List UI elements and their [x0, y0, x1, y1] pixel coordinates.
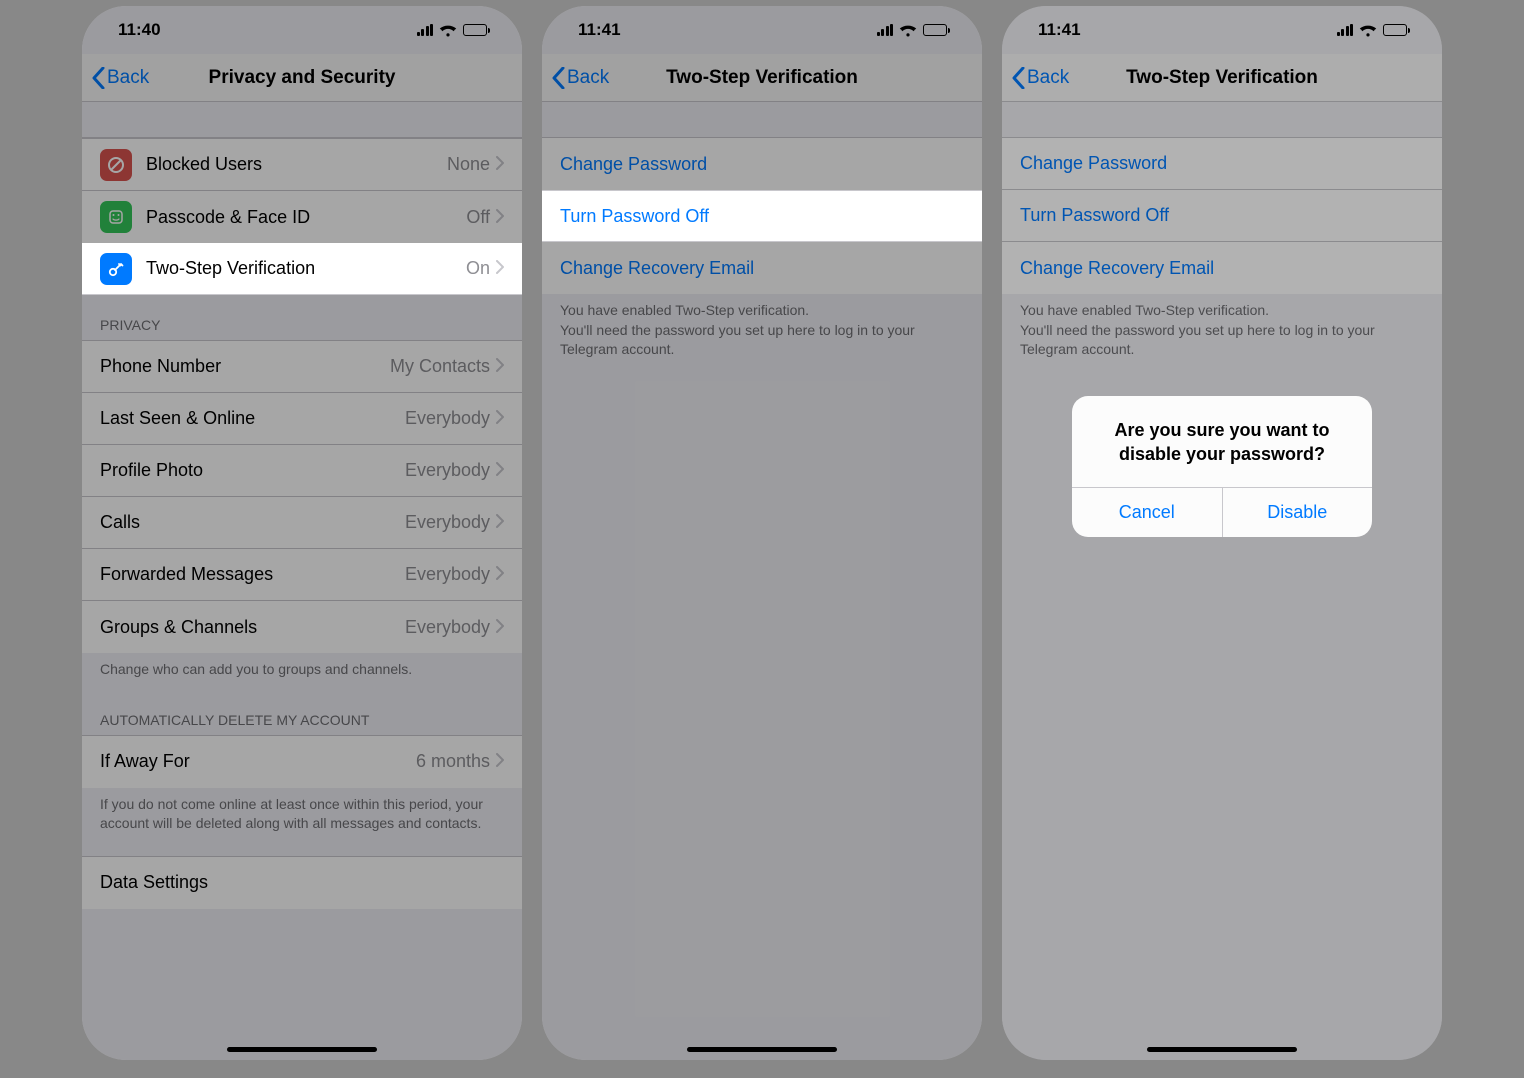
row-two-step-verification[interactable]: Two-Step Verification On	[82, 243, 522, 295]
home-indicator[interactable]	[1147, 1047, 1297, 1052]
row-label: Last Seen & Online	[100, 408, 405, 429]
row-label: Data Settings	[100, 872, 504, 893]
chevron-right-icon	[496, 356, 504, 377]
row-label: Blocked Users	[146, 154, 447, 175]
chevron-right-icon	[496, 460, 504, 481]
row-value: On	[466, 258, 490, 279]
back-label: Back	[567, 67, 609, 89]
row-change-password[interactable]: Change Password	[542, 138, 982, 190]
row-passcode-faceid[interactable]: Passcode & Face ID Off	[82, 191, 522, 243]
row-label: Forwarded Messages	[100, 564, 405, 585]
row-change-recovery-email[interactable]: Change Recovery Email	[542, 242, 982, 294]
privacy-footer: Change who can add you to groups and cha…	[82, 653, 522, 690]
row-last-seen[interactable]: Last Seen & Online Everybody	[82, 393, 522, 445]
row-label: Profile Photo	[100, 460, 405, 481]
spacer	[82, 102, 522, 138]
back-button[interactable]: Back	[92, 67, 149, 89]
nav-bar: Back Privacy and Security	[82, 54, 522, 102]
twostep-footer: You have enabled Two-Step verification. …	[542, 294, 982, 370]
row-value: 6 months	[416, 751, 490, 772]
row-label: Turn Password Off	[560, 206, 964, 227]
row-value: Everybody	[405, 460, 490, 481]
row-data-settings[interactable]: Data Settings	[82, 857, 522, 909]
nav-bar: Back Two-Step Verification	[542, 54, 982, 102]
autodelete-header: AUTOMATICALLY DELETE MY ACCOUNT	[82, 690, 522, 735]
row-value: Everybody	[405, 564, 490, 585]
row-label: Passcode & Face ID	[146, 207, 466, 228]
security-group: Blocked Users None Passcode & Face ID Of…	[82, 138, 522, 243]
row-calls[interactable]: Calls Everybody	[82, 497, 522, 549]
status-right	[417, 24, 491, 37]
row-groups-channels[interactable]: Groups & Channels Everybody	[82, 601, 522, 653]
row-label: Calls	[100, 512, 405, 533]
row-value: Everybody	[405, 512, 490, 533]
twostep-group-2: Change Recovery Email	[542, 242, 982, 294]
row-value: My Contacts	[390, 356, 490, 377]
battery-icon	[923, 24, 950, 36]
twostep-group: Change Password	[542, 138, 982, 190]
row-forwarded-messages[interactable]: Forwarded Messages Everybody	[82, 549, 522, 601]
status-time: 11:41	[578, 20, 621, 40]
row-value: Everybody	[405, 408, 490, 429]
signal-icon	[877, 24, 894, 36]
row-label: Change Recovery Email	[560, 258, 964, 279]
screen-privacy-security: 11:40 Back Privacy and Security Blocked …	[82, 6, 522, 1060]
wifi-icon	[439, 24, 457, 37]
back-label: Back	[107, 67, 149, 89]
autodelete-footer: If you do not come online at least once …	[82, 788, 522, 844]
signal-icon	[417, 24, 434, 36]
wifi-icon	[899, 24, 917, 37]
chevron-right-icon	[496, 512, 504, 533]
row-label: Two-Step Verification	[146, 258, 466, 279]
chevron-right-icon	[496, 207, 504, 228]
passcode-icon	[100, 201, 132, 233]
status-bar: 11:40	[82, 6, 522, 54]
privacy-group: Phone Number My Contacts Last Seen & Onl…	[82, 340, 522, 653]
home-indicator[interactable]	[687, 1047, 837, 1052]
chevron-right-icon	[496, 751, 504, 772]
row-label: Phone Number	[100, 356, 390, 377]
row-value: None	[447, 154, 490, 175]
screen-two-step-verification: 11:41 Back Two-Step Verification Change …	[542, 6, 982, 1060]
row-profile-photo[interactable]: Profile Photo Everybody	[82, 445, 522, 497]
row-label: If Away For	[100, 751, 416, 772]
row-label: Groups & Channels	[100, 617, 405, 638]
screen-disable-alert: 11:41 Back Two-Step Verification Change …	[1002, 6, 1442, 1060]
row-turn-password-off[interactable]: Turn Password Off	[542, 190, 982, 242]
row-value: Off	[466, 207, 490, 228]
back-button[interactable]: Back	[552, 67, 609, 89]
key-icon	[100, 253, 132, 285]
row-blocked-users[interactable]: Blocked Users None	[82, 139, 522, 191]
autodelete-group: If Away For 6 months	[82, 735, 522, 788]
status-time: 11:40	[118, 20, 161, 40]
privacy-header: PRIVACY	[82, 295, 522, 340]
chevron-right-icon	[496, 617, 504, 638]
alert-cancel-button[interactable]: Cancel	[1072, 488, 1223, 537]
home-indicator[interactable]	[227, 1047, 377, 1052]
chevron-right-icon	[496, 258, 504, 279]
chevron-right-icon	[496, 408, 504, 429]
alert-buttons: Cancel Disable	[1072, 487, 1372, 537]
alert-title: Are you sure you want to disable your pa…	[1072, 396, 1372, 487]
chevron-right-icon	[496, 154, 504, 175]
row-if-away-for[interactable]: If Away For 6 months	[82, 736, 522, 788]
content-area: Change Password Turn Password Off Change…	[542, 102, 982, 370]
chevron-right-icon	[496, 564, 504, 585]
row-value: Everybody	[405, 617, 490, 638]
status-right	[877, 24, 951, 37]
row-label: Change Password	[560, 154, 964, 175]
row-phone-number[interactable]: Phone Number My Contacts	[82, 341, 522, 393]
alert-disable-button[interactable]: Disable	[1223, 488, 1373, 537]
data-settings-group: Data Settings	[82, 856, 522, 909]
spacer	[542, 102, 982, 138]
confirm-alert: Are you sure you want to disable your pa…	[1072, 396, 1372, 537]
blocked-icon	[100, 149, 132, 181]
battery-icon	[463, 24, 490, 36]
status-bar: 11:41	[542, 6, 982, 54]
content-area: Blocked Users None Passcode & Face ID Of…	[82, 102, 522, 909]
